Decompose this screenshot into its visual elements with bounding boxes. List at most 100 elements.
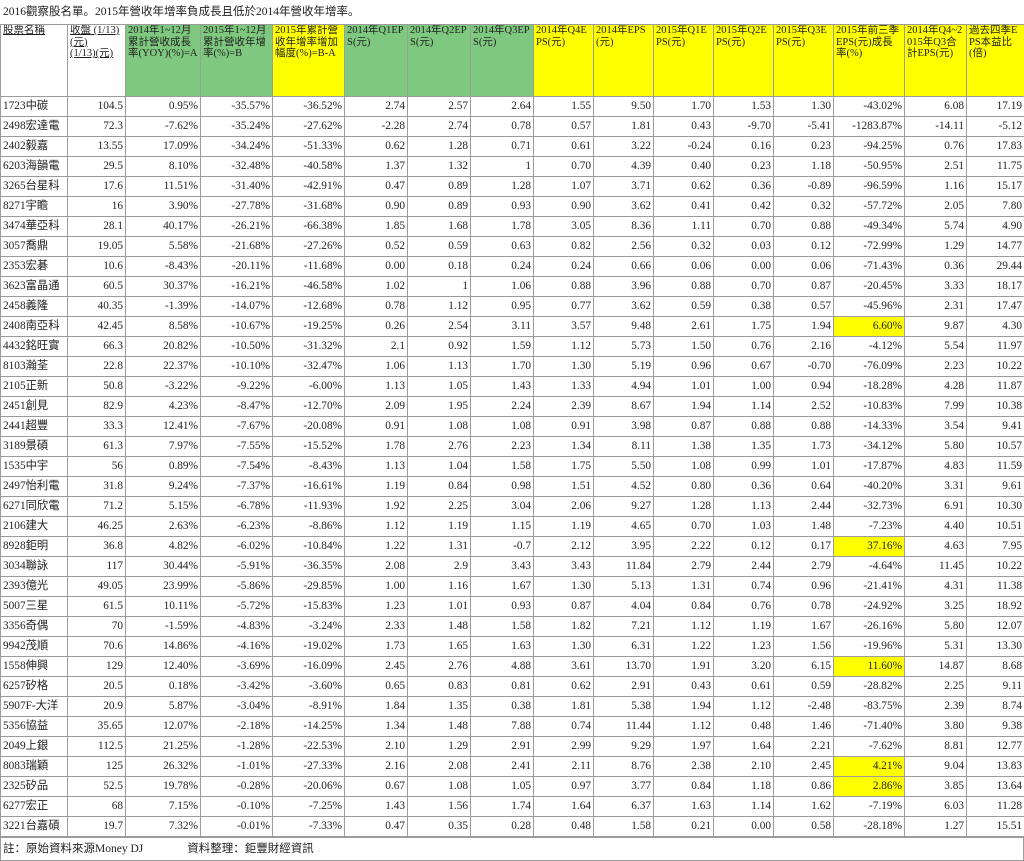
data-cell[interactable]: 1.19	[345, 477, 408, 497]
data-cell[interactable]: 0.40	[654, 157, 714, 177]
data-cell[interactable]: -9.22%	[201, 377, 273, 397]
data-cell[interactable]: 9.48	[594, 317, 654, 337]
data-cell[interactable]: 4.23%	[126, 397, 201, 417]
data-cell[interactable]: 22.8	[68, 357, 126, 377]
data-cell[interactable]: 1.70	[471, 357, 534, 377]
data-cell[interactable]: 15.17	[967, 177, 1024, 197]
data-cell[interactable]: 61.5	[68, 597, 126, 617]
data-cell[interactable]: 4.04	[594, 597, 654, 617]
data-cell[interactable]: 1.73	[345, 637, 408, 657]
data-cell[interactable]: 1.68	[408, 217, 471, 237]
data-cell[interactable]: 10.57	[967, 437, 1024, 457]
data-cell[interactable]: 0.47	[345, 817, 408, 837]
data-cell[interactable]: 2.79	[774, 557, 834, 577]
data-cell[interactable]: 0.98	[471, 477, 534, 497]
data-cell[interactable]: 9.61	[967, 477, 1024, 497]
data-cell[interactable]: 0.84	[408, 477, 471, 497]
data-cell[interactable]: -51.33%	[273, 137, 345, 157]
data-cell[interactable]: 11.60%	[834, 657, 905, 677]
data-cell[interactable]: 0.47	[345, 177, 408, 197]
data-cell[interactable]: -10.83%	[834, 397, 905, 417]
data-cell[interactable]: 21.25%	[126, 737, 201, 757]
data-cell[interactable]: 1.08	[408, 777, 471, 797]
column-header-3[interactable]: 2015年1~12月累計營收年增率(%)=B	[201, 25, 273, 97]
data-cell[interactable]: -8.47%	[201, 397, 273, 417]
data-cell[interactable]: 1.51	[534, 477, 594, 497]
data-cell[interactable]: 0.65	[345, 677, 408, 697]
data-cell[interactable]: 1.48	[408, 617, 471, 637]
data-cell[interactable]: -28.18%	[834, 817, 905, 837]
data-cell[interactable]: 0.58	[774, 817, 834, 837]
data-cell[interactable]: 5.15%	[126, 497, 201, 517]
data-cell[interactable]: 35.65	[68, 717, 126, 737]
data-cell[interactable]: 0.48	[534, 817, 594, 837]
data-cell[interactable]: 12.07	[967, 617, 1024, 637]
data-cell[interactable]: 7.80	[967, 197, 1024, 217]
data-cell[interactable]: 6.03	[905, 797, 967, 817]
data-cell[interactable]: 12.07%	[126, 717, 201, 737]
data-cell[interactable]: 2.74	[345, 97, 408, 117]
data-cell[interactable]: 0.26	[345, 317, 408, 337]
data-cell[interactable]: 0.36	[714, 177, 774, 197]
stock-name-cell[interactable]: 2451創見	[1, 397, 68, 417]
data-cell[interactable]: 19.78%	[126, 777, 201, 797]
data-cell[interactable]: 0.76	[905, 137, 967, 157]
data-cell[interactable]: 0.03	[714, 237, 774, 257]
data-cell[interactable]: 7.88	[471, 717, 534, 737]
data-cell[interactable]: -16.21%	[201, 277, 273, 297]
data-cell[interactable]: 0.57	[774, 297, 834, 317]
data-cell[interactable]: 5.13	[594, 577, 654, 597]
data-cell[interactable]: 9.87	[905, 317, 967, 337]
data-cell[interactable]: 4.94	[594, 377, 654, 397]
table-row[interactable]: 2325矽品52.519.78%-0.28%-20.06%0.671.081.0…	[1, 777, 1024, 797]
data-cell[interactable]: -6.02%	[201, 537, 273, 557]
data-cell[interactable]: 1.78	[471, 217, 534, 237]
data-cell[interactable]: 0.24	[471, 257, 534, 277]
data-cell[interactable]: 5.80	[905, 617, 967, 637]
column-header-15[interactable]: 過去四季EPS本益比(倍)	[967, 25, 1024, 97]
data-cell[interactable]: 2.09	[345, 397, 408, 417]
data-cell[interactable]: 1.62	[774, 797, 834, 817]
data-cell[interactable]: 2.99	[534, 737, 594, 757]
stock-name-cell[interactable]: 2106建大	[1, 517, 68, 537]
data-cell[interactable]: 0.52	[345, 237, 408, 257]
data-cell[interactable]: 5.74	[905, 217, 967, 237]
data-cell[interactable]: -15.83%	[273, 597, 345, 617]
data-cell[interactable]: 1.38	[654, 437, 714, 457]
data-cell[interactable]: 11.51%	[126, 177, 201, 197]
data-cell[interactable]: 1.67	[774, 617, 834, 637]
data-cell[interactable]: 0.89	[408, 177, 471, 197]
data-cell[interactable]: 2.25	[408, 497, 471, 517]
data-cell[interactable]: 0.67	[714, 357, 774, 377]
data-cell[interactable]: 2.76	[408, 437, 471, 457]
data-cell[interactable]: 3.90%	[126, 197, 201, 217]
table-row[interactable]: 2458義隆40.35-1.39%-14.07%-12.68%0.781.120…	[1, 297, 1024, 317]
data-cell[interactable]: 10.30	[967, 497, 1024, 517]
data-cell[interactable]: 117	[68, 557, 126, 577]
data-cell[interactable]: 7.32%	[126, 817, 201, 837]
data-cell[interactable]: -5.91%	[201, 557, 273, 577]
data-cell[interactable]: -4.16%	[201, 637, 273, 657]
data-cell[interactable]: 2.39	[534, 397, 594, 417]
data-cell[interactable]: 1.29	[408, 737, 471, 757]
stock-name-cell[interactable]: 6203海韻電	[1, 157, 68, 177]
data-cell[interactable]: 5.31	[905, 637, 967, 657]
data-cell[interactable]: 1.81	[594, 117, 654, 137]
data-cell[interactable]: 1.58	[471, 457, 534, 477]
data-cell[interactable]: -0.28%	[201, 777, 273, 797]
data-cell[interactable]: 1.84	[345, 697, 408, 717]
data-cell[interactable]: 7.95	[967, 537, 1024, 557]
table-row[interactable]: 8103瀚荃22.822.37%-10.10%-32.47%1.061.131.…	[1, 357, 1024, 377]
data-cell[interactable]: 1.01	[654, 377, 714, 397]
data-cell[interactable]: 2.21	[774, 737, 834, 757]
data-cell[interactable]: 3.96	[594, 277, 654, 297]
data-cell[interactable]: 2.57	[408, 97, 471, 117]
table-row[interactable]: 3474華亞科28.140.17%-26.21%-66.38%1.851.681…	[1, 217, 1024, 237]
table-row[interactable]: 1558伸興12912.40%-3.69%-16.09%2.452.764.88…	[1, 657, 1024, 677]
data-cell[interactable]: 0.82	[534, 237, 594, 257]
data-cell[interactable]: -20.45%	[834, 277, 905, 297]
data-cell[interactable]: 1.56	[408, 797, 471, 817]
data-cell[interactable]: 0.61	[534, 137, 594, 157]
table-row[interactable]: 9942茂順70.614.86%-4.16%-19.02%1.731.651.6…	[1, 637, 1024, 657]
data-cell[interactable]: 37.16%	[834, 537, 905, 557]
